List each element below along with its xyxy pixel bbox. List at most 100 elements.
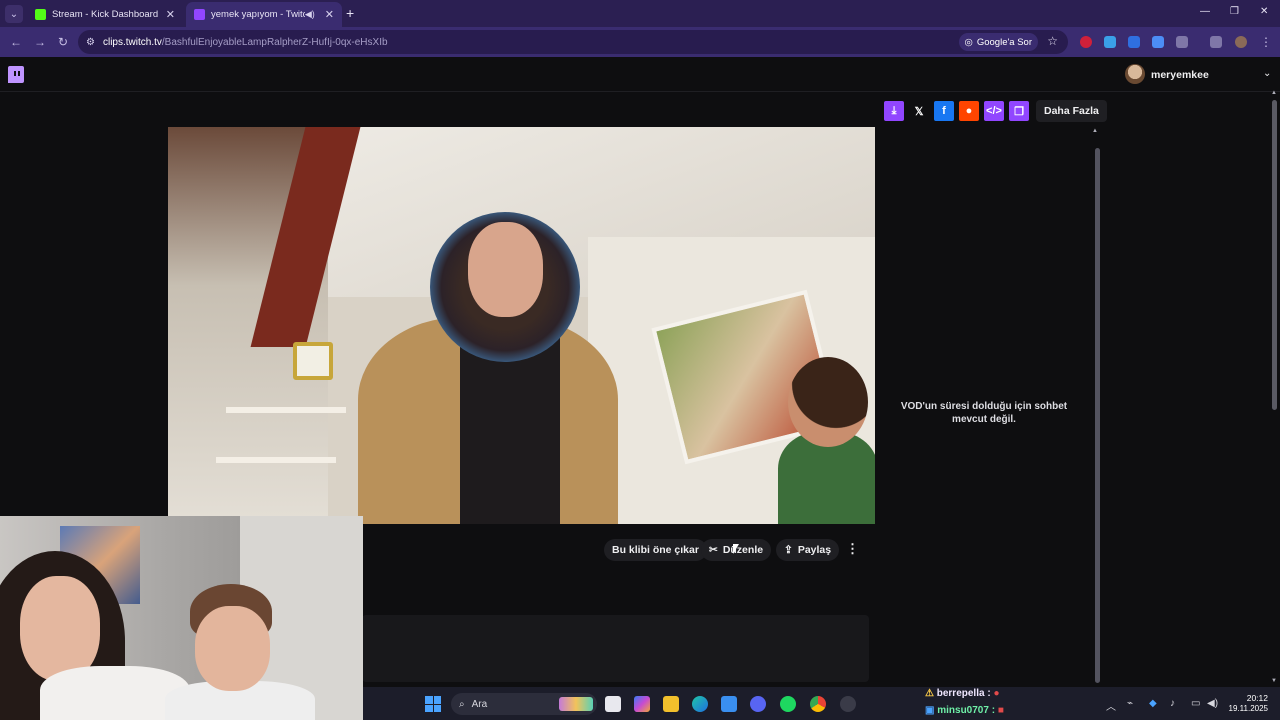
edge-icon[interactable]	[692, 696, 708, 712]
close-window-icon[interactable]: ✕	[1260, 6, 1268, 17]
spotify-icon[interactable]	[780, 696, 796, 712]
video-scenery	[293, 342, 333, 380]
copy-link-icon[interactable]: ❐	[1009, 101, 1029, 121]
extension-icon[interactable]	[1080, 36, 1092, 48]
scrollbar-thumb[interactable]	[1272, 100, 1277, 410]
chevron-down-icon[interactable]: ⌄	[1263, 68, 1271, 79]
new-tab-button[interactable]: +	[346, 5, 354, 21]
volume-icon[interactable]: ◀)	[1207, 698, 1218, 709]
clip-info-panel	[362, 615, 869, 682]
browser-toolbar: ← → ↻ ⚙ clips.twitch.tv/BashfulEnjoyable…	[0, 27, 1280, 57]
twitch-top-nav: meryemkee ⌄	[0, 57, 1280, 92]
url-host: clips.twitch.tv	[102, 36, 162, 48]
download-icon[interactable]: ⤓	[884, 101, 904, 121]
search-highlight-icon	[559, 697, 593, 711]
back-icon[interactable]: ←	[10, 35, 22, 49]
chat-ticker-line: ▣ minsu0707 : ■	[925, 705, 1004, 716]
scroll-down-icon[interactable]: ▼	[1271, 678, 1277, 684]
share-button[interactable]: ⇪ Paylaş	[776, 539, 840, 561]
share-label: Paylaş	[797, 544, 832, 556]
extension-icon[interactable]	[1152, 36, 1164, 48]
feature-clip-label: Bu klibi öne çıkar	[612, 544, 699, 556]
tray-app-icon[interactable]: ◆	[1149, 698, 1157, 709]
obs-icon[interactable]	[840, 696, 856, 712]
video-scenery	[226, 407, 346, 413]
tab-kick-dashboard[interactable]: Stream - Kick Dashboard ✕	[27, 2, 183, 27]
mouse-cursor-icon	[733, 544, 745, 554]
taskbar-date[interactable]: 19.11.2025	[1224, 704, 1268, 713]
video-person	[468, 222, 543, 317]
facebook-share-icon[interactable]: f	[934, 101, 954, 121]
tray-app-icon[interactable]: ⌁	[1127, 698, 1133, 709]
emote-icon: ●	[993, 688, 1000, 699]
page-scrollbar[interactable]: ▲ ▼	[1271, 90, 1278, 687]
scroll-up-icon[interactable]: ▲	[1271, 90, 1277, 96]
discord-icon[interactable]	[750, 696, 766, 712]
microphone-icon[interactable]: ♪	[1170, 698, 1175, 709]
video-person	[788, 357, 868, 447]
twitch-favicon-icon	[194, 9, 205, 20]
file-explorer-icon[interactable]	[663, 696, 679, 712]
bookmark-star-icon[interactable]: ☆	[1047, 34, 1058, 48]
profile-avatar-icon[interactable]	[1235, 36, 1247, 48]
close-tab-icon[interactable]: ✕	[325, 8, 334, 21]
taskbar-time[interactable]: 20:12	[1244, 693, 1268, 703]
x-share-icon[interactable]: 𝕏	[909, 101, 929, 121]
reading-list-icon[interactable]	[1210, 36, 1222, 48]
restore-icon[interactable]: ❐	[1230, 6, 1239, 17]
speaker-icon[interactable]: ◀)	[305, 9, 315, 20]
url-path: /BashfulEnjoyableLampRalpherZ-HufIj-0qx-…	[161, 36, 388, 48]
avatar[interactable]	[1125, 64, 1145, 84]
twitch-logo-icon[interactable]	[8, 66, 24, 83]
kick-favicon-icon	[35, 9, 46, 20]
chat-scrollbar[interactable]	[1095, 148, 1100, 683]
google-ask-label: Google'a Sor	[976, 36, 1032, 48]
scroll-up-icon[interactable]: ▲	[1092, 128, 1098, 134]
extension-icon[interactable]	[1104, 36, 1116, 48]
webcam-person	[195, 606, 270, 691]
video-scenery	[216, 457, 336, 463]
copilot-icon[interactable]	[634, 696, 650, 712]
search-placeholder: Ara	[471, 698, 488, 710]
badge-icon: ▣	[925, 705, 935, 716]
tab-twitch-clip[interactable]: yemek yapıyom - Twitch ◀) ✕	[186, 2, 342, 27]
taskbar-search[interactable]: ⌕ Ara	[451, 693, 597, 715]
emote-icon: ■	[997, 705, 1004, 716]
embed-code-icon[interactable]: </>	[984, 101, 1004, 121]
username[interactable]: meryemkee	[1151, 69, 1209, 81]
ticker-user: berrepella :	[936, 688, 991, 699]
task-view-icon[interactable]	[605, 696, 621, 712]
chat-unavailable-message: VOD'un süresi dolduğu için sohbet mevcut…	[900, 401, 1068, 425]
more-options-icon[interactable]: ⋮	[846, 541, 859, 557]
forward-icon[interactable]: →	[34, 35, 46, 49]
webcam-overlay	[0, 516, 363, 720]
feature-clip-button[interactable]: Bu klibi öne çıkar	[604, 539, 707, 561]
minimize-icon[interactable]: —	[1200, 6, 1210, 17]
address-bar[interactable]: ⚙ clips.twitch.tv/BashfulEnjoyableLampRa…	[78, 30, 1068, 54]
more-button[interactable]: Daha Fazla	[1036, 100, 1107, 122]
warning-icon: ⚠	[925, 688, 934, 699]
webcam-person	[20, 576, 100, 681]
extension-icon[interactable]	[1128, 36, 1140, 48]
windows-start-icon[interactable]	[425, 696, 441, 712]
ticker-user: minsu0707 :	[937, 705, 996, 716]
tray-overflow-icon[interactable]: ︿	[1106, 698, 1116, 713]
network-icon[interactable]: ▭	[1191, 698, 1200, 709]
scissors-icon: ✂	[709, 544, 718, 556]
video-person	[778, 357, 875, 524]
clip-video-player[interactable]	[168, 127, 875, 524]
share-icon: ⇪	[784, 544, 793, 556]
tab-search-button[interactable]: ⌄	[5, 5, 23, 23]
reddit-share-icon[interactable]: ●	[959, 101, 979, 121]
extensions-puzzle-icon[interactable]	[1176, 36, 1188, 48]
google-ask-button[interactable]: ◎ Google'a Sor	[958, 33, 1038, 51]
close-tab-icon[interactable]: ✕	[166, 8, 175, 21]
chat-ticker-line: ⚠ berrepella : ●	[925, 688, 1000, 699]
site-info-icon[interactable]: ⚙	[86, 37, 95, 48]
chrome-icon[interactable]	[810, 696, 826, 712]
store-icon[interactable]	[721, 696, 737, 712]
reload-icon[interactable]: ↻	[58, 35, 68, 49]
browser-tab-bar: ⌄ Stream - Kick Dashboard ✕ yemek yapıyo…	[0, 0, 1280, 27]
menu-kebab-icon[interactable]: ⋮	[1260, 35, 1272, 49]
tab-title: yemek yapıyom - Twitch	[211, 9, 305, 20]
